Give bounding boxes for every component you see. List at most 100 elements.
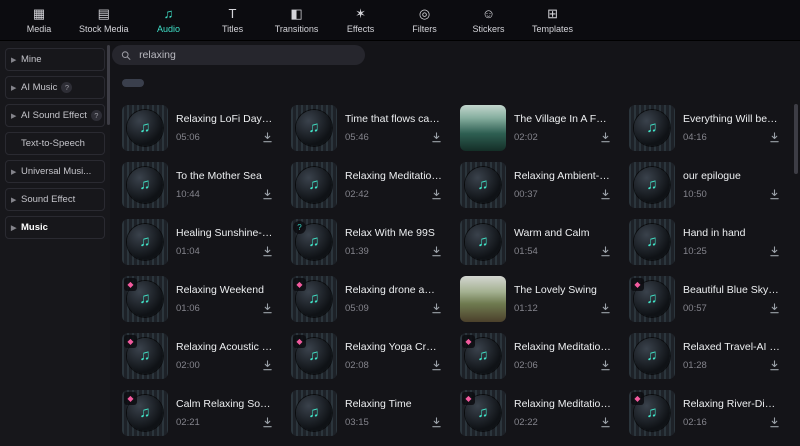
- audio-meta: Relaxing LoFi Day-AI m... 05:06: [176, 113, 281, 143]
- audio-title: Relaxing Meditation - ...: [514, 397, 611, 410]
- audio-card[interactable]: ♫ Everything Will be Bett... 04:16: [627, 99, 790, 156]
- download-icon[interactable]: [431, 188, 442, 200]
- toolbar-item[interactable]: ◎ Filters: [394, 6, 456, 34]
- audio-thumbnail: ◆ ♫: [291, 275, 337, 322]
- audio-card[interactable]: ♫ Relaxing Ambient-AI M... 00:37: [458, 156, 621, 213]
- audio-card[interactable]: ♫ Relaxing LoFi Day-AI m... 05:06: [120, 99, 283, 156]
- audio-card[interactable]: ◆ ♫ Relaxing Yoga Creek - ... 02:08: [289, 327, 452, 384]
- audio-card[interactable]: ◆ ♫ Relaxing Meditation(54... 02:06: [458, 327, 621, 384]
- sidebar-item[interactable]: ▶ Mine: [5, 48, 105, 71]
- sidebar-item[interactable]: ▶ Universal Musi...: [5, 160, 105, 183]
- audio-card[interactable]: ♫ Relaxed Travel-AI Music 01:28: [627, 327, 790, 384]
- audio-title: our epilogue: [683, 169, 741, 182]
- download-icon[interactable]: [262, 302, 273, 314]
- audio-card[interactable]: ♫ Hand in hand 10:25: [627, 213, 790, 270]
- top-toolbar: ▦ Media ▤ Stock Media ♫ Audio T Titles ◧…: [0, 0, 800, 41]
- download-icon[interactable]: [600, 188, 611, 200]
- audio-title: Relaxing Yoga Creek - ...: [345, 340, 442, 353]
- vinyl-disc: ♫: [465, 223, 501, 260]
- audio-card[interactable]: ◆ ♫ Relaxing Acoustic Musi... 02:00: [120, 327, 283, 384]
- download-icon[interactable]: [262, 245, 273, 257]
- download-icon[interactable]: [769, 359, 780, 371]
- music-note-icon: ♫: [139, 404, 151, 421]
- download-icon[interactable]: [431, 302, 442, 314]
- search-input[interactable]: [137, 48, 356, 62]
- music-note-icon: ♫: [477, 233, 489, 250]
- download-icon[interactable]: [431, 245, 442, 257]
- toolbar-item[interactable]: ▤ Stock Media: [72, 6, 136, 34]
- audio-card[interactable]: ◆ ♫ Relaxing River-Distant ... 02:16: [627, 384, 790, 441]
- toolbar-item[interactable]: ✶ Effects: [330, 6, 392, 34]
- audio-card[interactable]: ◆ ♫ Beautiful Blue Sky-AI m... 00:57: [627, 270, 790, 327]
- audio-thumbnail: ◆ ♫: [291, 332, 337, 379]
- download-icon[interactable]: [769, 302, 780, 314]
- audio-duration: 10:25: [683, 245, 707, 257]
- audio-card[interactable]: ♫ To the Mother Sea 10:44: [120, 156, 283, 213]
- download-icon[interactable]: [600, 416, 611, 428]
- download-icon[interactable]: [600, 302, 611, 314]
- audio-meta: Relax With Me 99S 01:39: [345, 227, 450, 257]
- search-row: [110, 41, 800, 69]
- toolbar-label: Audio: [157, 23, 181, 34]
- sidebar-item[interactable]: ▶ Music: [5, 216, 105, 239]
- audio-card[interactable]: ◆ ♫ Calm Relaxing Sound T... 02:21: [120, 384, 283, 441]
- audio-thumbnail: ♫: [291, 161, 337, 208]
- vinyl-disc: ♫: [634, 337, 670, 374]
- audio-card[interactable]: ? ♫ Relax With Me 99S 01:39: [289, 213, 452, 270]
- download-icon[interactable]: [431, 131, 442, 143]
- toolbar-item[interactable]: ♫ Audio: [138, 6, 200, 34]
- audio-card[interactable]: ♫ The Lovely Swing 01:12: [458, 270, 621, 327]
- audio-card[interactable]: ◆ ♫ Relaxing drone ambient 05:09: [289, 270, 452, 327]
- audio-duration: 04:16: [683, 131, 707, 143]
- audio-card[interactable]: ♫ Relaxing Time 03:15: [289, 384, 452, 441]
- audio-meta: Relaxed Travel-AI Music 01:28: [683, 341, 788, 371]
- download-icon[interactable]: [262, 131, 273, 143]
- audio-title: Beautiful Blue Sky-AI m...: [683, 283, 780, 296]
- audio-card[interactable]: ♫ Relaxing Meditation(54... 02:42: [289, 156, 452, 213]
- download-icon[interactable]: [600, 359, 611, 371]
- audio-card[interactable]: ◆ ♫ Relaxing Weekend 01:06: [120, 270, 283, 327]
- audio-card[interactable]: ♫ The Village In A Forest 02:02: [458, 99, 621, 156]
- audio-card[interactable]: ◆ ♫ Relaxing Meditation - ... 02:22: [458, 384, 621, 441]
- audio-card[interactable]: ♫ our epilogue 10:50: [627, 156, 790, 213]
- vinyl-disc: ♫: [296, 166, 332, 203]
- toolbar-item[interactable]: T Titles: [202, 6, 264, 34]
- toolbar-item[interactable]: ◧ Transitions: [266, 6, 328, 34]
- download-icon[interactable]: [769, 131, 780, 143]
- audio-thumbnail: ♫: [629, 161, 675, 208]
- vinyl-disc: ♫: [634, 166, 670, 203]
- toolbar-item[interactable]: ▦ Media: [8, 6, 70, 34]
- sidebar-item[interactable]: ▶ AI Music ?: [5, 76, 105, 99]
- download-icon[interactable]: [769, 245, 780, 257]
- audio-thumbnail: ♫: [460, 104, 506, 151]
- download-icon[interactable]: [431, 359, 442, 371]
- download-icon[interactable]: [431, 416, 442, 428]
- music-note-icon: ♫: [139, 233, 151, 250]
- audio-card[interactable]: ♫ Warm and Calm 01:54: [458, 213, 621, 270]
- download-icon[interactable]: [262, 359, 273, 371]
- toolbar-item[interactable]: ⊞ Templates: [522, 6, 584, 34]
- download-icon[interactable]: [262, 416, 273, 428]
- sidebar-item[interactable]: ▶ Sound Effect: [5, 188, 105, 211]
- toolbar-item[interactable]: ☺ Stickers: [458, 5, 520, 34]
- audio-duration: 01:04: [176, 245, 200, 257]
- sidebar-item[interactable]: Text-to-Speech: [5, 132, 105, 155]
- audio-duration: 02:42: [345, 188, 369, 200]
- audio-thumbnail: ♫: [629, 218, 675, 265]
- download-icon[interactable]: [769, 188, 780, 200]
- sidebar-item[interactable]: ▶ AI Sound Effect ?: [5, 104, 105, 127]
- stickers-icon: ☺: [481, 5, 496, 21]
- results-tab[interactable]: [122, 78, 144, 87]
- search-box[interactable]: [112, 45, 365, 65]
- audio-card[interactable]: ♫ Time that flows calmly 05:46: [289, 99, 452, 156]
- grid-scrollbar[interactable]: [794, 104, 798, 174]
- download-icon[interactable]: [262, 188, 273, 200]
- chevron-right-icon: ▶: [11, 196, 17, 204]
- download-icon[interactable]: [600, 245, 611, 257]
- audio-duration: 01:12: [514, 302, 538, 314]
- download-icon[interactable]: [769, 416, 780, 428]
- audio-card[interactable]: ♫ Healing Sunshine-AI m... 01:04: [120, 213, 283, 270]
- audio-thumbnail: ♫: [460, 161, 506, 208]
- download-icon[interactable]: [600, 131, 611, 143]
- pro-badge: ◆: [631, 277, 644, 291]
